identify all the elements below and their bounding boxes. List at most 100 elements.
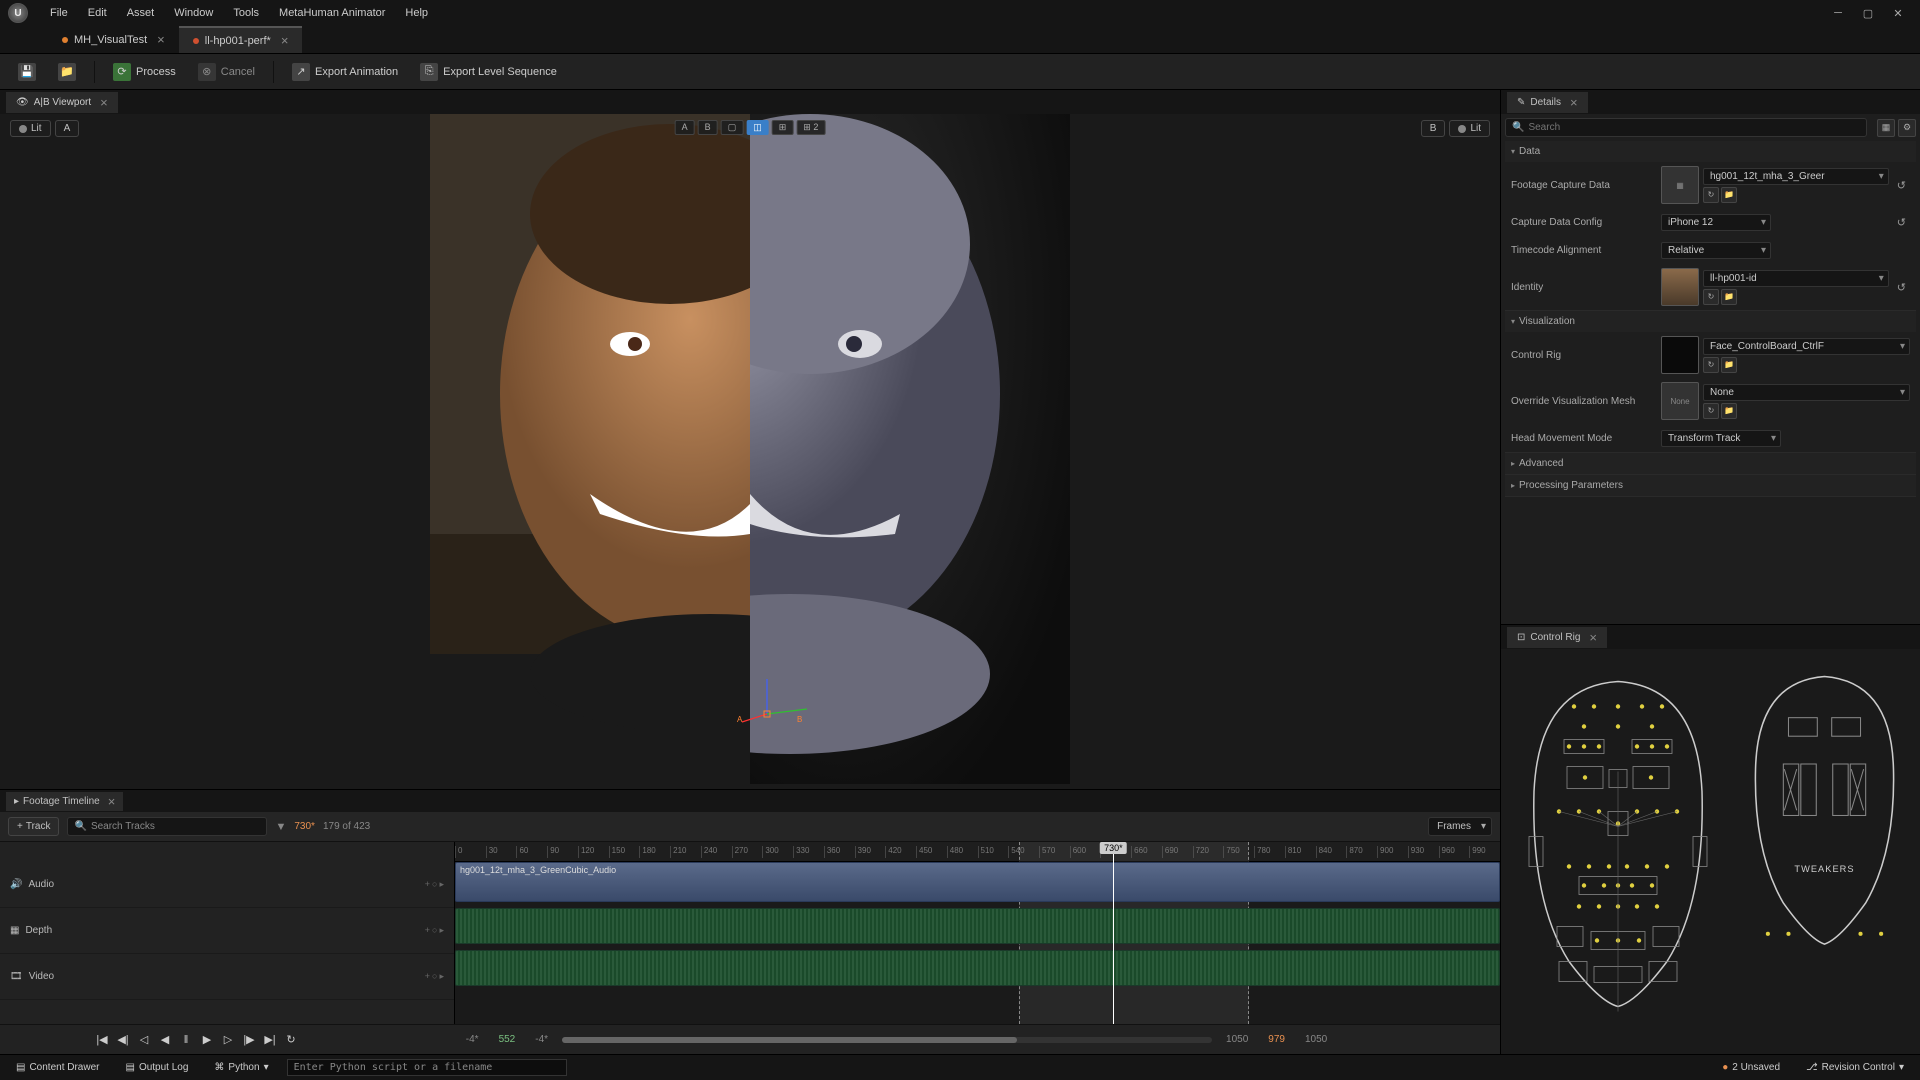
python-console-button[interactable]: ⌘Python ▾ — [206, 1059, 276, 1076]
viewport-canvas[interactable]: A B ▢ ◫ ⊞ ⊞ 2 — [430, 114, 1070, 784]
menu-asset[interactable]: Asset — [117, 3, 165, 23]
options-icon[interactable]: ▸ — [439, 879, 444, 890]
step-back-button[interactable]: ◁ — [135, 1031, 153, 1049]
window-close-button[interactable]: ✕ — [1884, 3, 1912, 23]
options-icon[interactable]: ▸ — [439, 925, 444, 936]
close-icon[interactable]: × — [1570, 95, 1578, 110]
view-b-toggle[interactable]: B — [698, 120, 718, 135]
layout-single-icon[interactable]: ▢ — [721, 120, 744, 135]
revert-icon[interactable]: ↺ — [1893, 179, 1910, 192]
mute-icon[interactable]: ○ — [432, 879, 437, 890]
options-icon[interactable]: ▸ — [439, 971, 444, 982]
section-processing-parameters[interactable]: Processing Parameters — [1505, 475, 1916, 496]
play-button[interactable]: ▶ — [198, 1031, 216, 1049]
menu-file[interactable]: File — [40, 3, 78, 23]
override-mesh-thumbnail[interactable]: None — [1661, 382, 1699, 420]
loop-button[interactable]: ↻ — [282, 1031, 300, 1049]
view-options-icon[interactable]: ▦ — [1877, 119, 1895, 137]
filter-icon[interactable]: ▼ — [275, 821, 286, 833]
cancel-button[interactable]: ⊗Cancel — [190, 59, 263, 85]
revert-icon[interactable]: ↺ — [1893, 216, 1910, 229]
control-rig-tab[interactable]: ⊡ Control Rig × — [1507, 627, 1607, 648]
content-drawer-button[interactable]: ▤Content Drawer — [8, 1059, 107, 1076]
section-data[interactable]: Data — [1505, 141, 1916, 162]
menu-edit[interactable]: Edit — [78, 3, 117, 23]
video-clip[interactable] — [455, 950, 1500, 986]
view-count[interactable]: ⊞ 2 — [796, 120, 825, 135]
revert-icon[interactable]: ↺ — [1893, 281, 1910, 294]
close-icon[interactable]: × — [1589, 630, 1597, 645]
sync-icon[interactable]: ↻ — [1703, 357, 1719, 373]
to-start-button[interactable]: |◀ — [93, 1031, 111, 1049]
close-icon[interactable]: × — [281, 33, 289, 48]
search-tracks-input[interactable]: 🔍Search Tracks — [67, 817, 267, 836]
process-button[interactable]: ⟳Process — [105, 59, 184, 85]
output-log-button[interactable]: ▤Output Log — [117, 1059, 196, 1076]
override-mesh-dropdown[interactable]: None — [1703, 384, 1910, 401]
capture-data-config-dropdown[interactable]: iPhone 12 — [1661, 214, 1771, 231]
details-search-input[interactable] — [1528, 122, 1860, 133]
browse-icon[interactable]: 📁 — [1721, 187, 1737, 203]
time-format-dropdown[interactable]: Frames — [1428, 817, 1492, 836]
save-button[interactable]: 💾 — [10, 59, 44, 85]
app-logo[interactable]: U — [8, 3, 28, 23]
identity-thumbnail[interactable] — [1661, 268, 1699, 306]
add-key-icon[interactable]: + — [425, 925, 430, 936]
track-header-depth[interactable]: ▦Depth+○▸ — [0, 908, 454, 954]
timeline-tracks-area[interactable]: 0306090120150180210240270300330360390420… — [455, 842, 1500, 1024]
pause-button[interactable]: ‖ — [177, 1031, 195, 1049]
prev-key-button[interactable]: ◀| — [114, 1031, 132, 1049]
browse-button[interactable]: 📁 — [50, 59, 84, 85]
timecode-alignment-dropdown[interactable]: Relative — [1661, 242, 1771, 259]
end-frame-2[interactable]: 979 — [1262, 1033, 1291, 1046]
step-forward-button[interactable]: ▷ — [219, 1031, 237, 1049]
viewport-a-lit-dropdown[interactable]: Lit — [10, 120, 51, 137]
window-maximize-button[interactable]: ▢ — [1854, 3, 1882, 23]
export-animation-button[interactable]: ↗Export Animation — [284, 59, 406, 85]
control-rig-thumbnail[interactable] — [1661, 336, 1699, 374]
footage-timeline-tab[interactable]: ▸ Footage Timeline × — [6, 792, 123, 811]
viewport-b-lit-dropdown[interactable]: Lit — [1449, 120, 1490, 137]
to-end-button[interactable]: ▶| — [261, 1031, 279, 1049]
window-minimize-button[interactable]: ─ — [1824, 3, 1852, 23]
browse-icon[interactable]: 📁 — [1721, 403, 1737, 419]
close-icon[interactable]: × — [157, 32, 165, 47]
in-frame-label[interactable]: 552 — [493, 1033, 522, 1046]
audio-clip[interactable]: hg001_12t_mha_3_GreenCubic_Audio — [455, 862, 1500, 902]
add-key-icon[interactable]: + — [425, 879, 430, 890]
ab-viewport[interactable]: Lit A B Lit A B ▢ ◫ ⊞ ⊞ 2 — [0, 114, 1500, 789]
head-movement-dropdown[interactable]: Transform Track — [1661, 430, 1781, 447]
sync-icon[interactable]: ↻ — [1703, 403, 1719, 419]
layout-quad-icon[interactable]: ⊞ — [772, 120, 794, 135]
footage-thumbnail[interactable]: ▦ — [1661, 166, 1699, 204]
viewport-tab[interactable]: 👁 A|B Viewport × — [6, 92, 118, 113]
browse-icon[interactable]: 📁 — [1721, 289, 1737, 305]
add-track-button[interactable]: +Track — [8, 817, 59, 836]
menu-help[interactable]: Help — [395, 3, 438, 23]
document-tab[interactable]: MH_VisualTest× — [48, 26, 179, 53]
next-key-button[interactable]: |▶ — [240, 1031, 258, 1049]
section-advanced[interactable]: Advanced — [1505, 453, 1916, 474]
browse-icon[interactable]: 📁 — [1721, 357, 1737, 373]
playhead[interactable]: 730* — [1113, 842, 1114, 1024]
details-tab[interactable]: ✎ Details × — [1507, 92, 1588, 113]
range-slider[interactable] — [562, 1037, 1212, 1043]
add-key-icon[interactable]: + — [425, 971, 430, 982]
play-reverse-button[interactable]: ◀ — [156, 1031, 174, 1049]
depth-clip[interactable] — [455, 908, 1500, 944]
menu-window[interactable]: Window — [164, 3, 223, 23]
control-rig-canvas[interactable]: TWEAKERS — [1501, 649, 1920, 1054]
mute-icon[interactable]: ○ — [432, 971, 437, 982]
revision-control-button[interactable]: ⎇Revision Control ▾ — [1798, 1059, 1912, 1076]
view-a-toggle[interactable]: A — [675, 120, 695, 135]
unsaved-indicator[interactable]: ●2 Unsaved — [1714, 1059, 1788, 1076]
section-visualization[interactable]: Visualization — [1505, 311, 1916, 332]
control-rig-dropdown[interactable]: Face_ControlBoard_CtrlF — [1703, 338, 1910, 355]
sync-icon[interactable]: ↻ — [1703, 289, 1719, 305]
close-icon[interactable]: × — [108, 794, 116, 809]
track-header-video[interactable]: 🎞Video+○▸ — [0, 954, 454, 1000]
export-level-sequence-button[interactable]: ⎘Export Level Sequence — [412, 59, 565, 85]
identity-dropdown[interactable]: ll-hp001-id — [1703, 270, 1889, 287]
track-header-audio[interactable]: 🔊Audio+○▸ — [0, 862, 454, 908]
menu-metahuman-animator[interactable]: MetaHuman Animator — [269, 3, 395, 23]
